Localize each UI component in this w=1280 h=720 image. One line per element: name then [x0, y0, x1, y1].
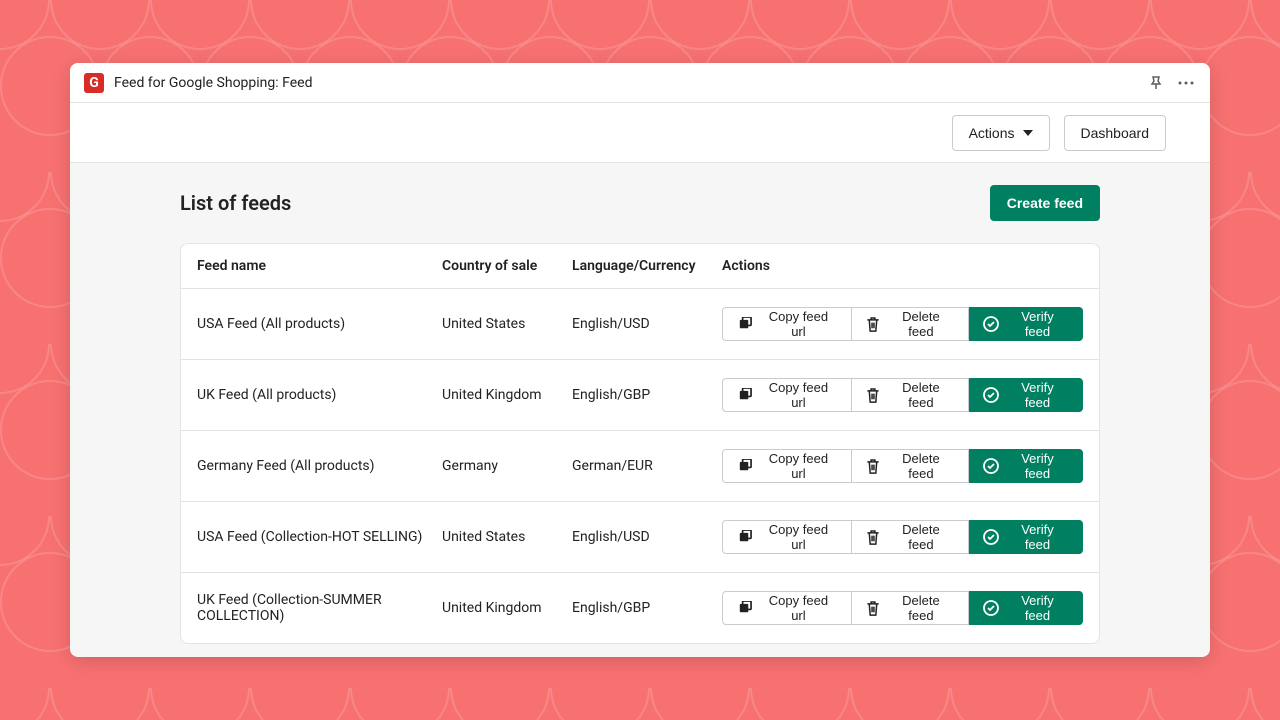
dashboard-label: Dashboard	[1081, 125, 1150, 141]
feed-actions: Copy feed url Delete feed Verify feed	[722, 591, 1083, 625]
copy-label: Copy feed url	[760, 522, 837, 552]
copy-feed-url-button[interactable]: Copy feed url	[722, 449, 852, 483]
header-country: Country of sale	[442, 258, 572, 274]
trash-icon	[866, 530, 880, 545]
verify-feed-button[interactable]: Verify feed	[969, 307, 1083, 341]
header-actions: Actions	[722, 258, 1083, 274]
titlebar: G Feed for Google Shopping: Feed	[70, 63, 1210, 103]
table-header: Feed name Country of sale Language/Curre…	[181, 244, 1099, 289]
feeds-table: Feed name Country of sale Language/Curre…	[180, 243, 1100, 644]
check-circle-icon	[983, 458, 999, 474]
delete-feed-button[interactable]: Delete feed	[852, 378, 969, 412]
feed-language: English/GBP	[572, 387, 722, 403]
feed-language: English/GBP	[572, 600, 722, 616]
copy-icon	[737, 317, 752, 332]
page-title: List of feeds	[180, 191, 291, 215]
create-feed-button[interactable]: Create feed	[990, 185, 1100, 221]
content: List of feeds Create feed Feed name Coun…	[70, 163, 1210, 644]
copy-feed-url-button[interactable]: Copy feed url	[722, 520, 852, 554]
copy-icon	[737, 601, 752, 616]
delete-feed-button[interactable]: Delete feed	[852, 449, 969, 483]
actions-dropdown[interactable]: Actions	[952, 115, 1050, 151]
delete-label: Delete feed	[888, 522, 954, 552]
feed-actions: Copy feed url Delete feed Verify feed	[722, 520, 1083, 554]
copy-icon	[737, 530, 752, 545]
actions-label: Actions	[969, 125, 1015, 141]
header-language: Language/Currency	[572, 258, 722, 274]
copy-label: Copy feed url	[760, 309, 837, 339]
feed-name: USA Feed (All products)	[197, 316, 442, 332]
verify-label: Verify feed	[1007, 522, 1068, 552]
table-row: USA Feed (Collection-HOT SELLING)United …	[181, 502, 1099, 573]
copy-feed-url-button[interactable]: Copy feed url	[722, 591, 852, 625]
table-row: UK Feed (Collection-SUMMER COLLECTION)Un…	[181, 573, 1099, 643]
delete-feed-button[interactable]: Delete feed	[852, 520, 969, 554]
feed-language: English/USD	[572, 529, 722, 545]
check-circle-icon	[983, 600, 999, 616]
table-row: USA Feed (All products)United StatesEngl…	[181, 289, 1099, 360]
feed-country: United Kingdom	[442, 600, 572, 616]
feed-language: English/USD	[572, 316, 722, 332]
logo-letter: G	[89, 75, 99, 91]
feed-country: United Kingdom	[442, 387, 572, 403]
chevron-down-icon	[1023, 130, 1033, 136]
delete-feed-button[interactable]: Delete feed	[852, 307, 969, 341]
app-logo: G	[84, 73, 104, 93]
verify-label: Verify feed	[1007, 380, 1068, 410]
table-row: UK Feed (All products)United KingdomEngl…	[181, 360, 1099, 431]
copy-label: Copy feed url	[760, 451, 837, 481]
copy-feed-url-button[interactable]: Copy feed url	[722, 307, 852, 341]
table-row: Germany Feed (All products)GermanyGerman…	[181, 431, 1099, 502]
feed-actions: Copy feed url Delete feed Verify feed	[722, 378, 1083, 412]
toolbar: Actions Dashboard	[70, 103, 1210, 163]
app-title: Feed for Google Shopping: Feed	[114, 75, 312, 91]
verify-label: Verify feed	[1007, 451, 1068, 481]
pin-icon[interactable]	[1146, 73, 1166, 93]
delete-label: Delete feed	[888, 309, 954, 339]
feed-name: UK Feed (Collection-SUMMER COLLECTION)	[197, 592, 442, 624]
header-feed-name: Feed name	[197, 258, 442, 274]
feed-language: German/EUR	[572, 458, 722, 474]
trash-icon	[866, 317, 880, 332]
feed-actions: Copy feed url Delete feed Verify feed	[722, 307, 1083, 341]
verify-label: Verify feed	[1007, 309, 1068, 339]
delete-label: Delete feed	[888, 593, 954, 623]
feed-name: USA Feed (Collection-HOT SELLING)	[197, 529, 442, 545]
feed-country: United States	[442, 529, 572, 545]
copy-feed-url-button[interactable]: Copy feed url	[722, 378, 852, 412]
trash-icon	[866, 459, 880, 474]
copy-label: Copy feed url	[760, 593, 837, 623]
app-window: G Feed for Google Shopping: Feed Actions…	[70, 63, 1210, 657]
copy-icon	[737, 388, 752, 403]
copy-icon	[737, 459, 752, 474]
verify-feed-button[interactable]: Verify feed	[969, 378, 1083, 412]
verify-label: Verify feed	[1007, 593, 1068, 623]
page-header: List of feeds Create feed	[180, 185, 1100, 221]
verify-feed-button[interactable]: Verify feed	[969, 520, 1083, 554]
feed-name: UK Feed (All products)	[197, 387, 442, 403]
feed-country: Germany	[442, 458, 572, 474]
verify-feed-button[interactable]: Verify feed	[969, 591, 1083, 625]
feed-name: Germany Feed (All products)	[197, 458, 442, 474]
delete-label: Delete feed	[888, 451, 954, 481]
more-icon[interactable]	[1176, 73, 1196, 93]
trash-icon	[866, 388, 880, 403]
delete-feed-button[interactable]: Delete feed	[852, 591, 969, 625]
dashboard-button[interactable]: Dashboard	[1064, 115, 1167, 151]
feed-actions: Copy feed url Delete feed Verify feed	[722, 449, 1083, 483]
check-circle-icon	[983, 529, 999, 545]
copy-label: Copy feed url	[760, 380, 837, 410]
feed-country: United States	[442, 316, 572, 332]
create-feed-label: Create feed	[1007, 195, 1083, 211]
verify-feed-button[interactable]: Verify feed	[969, 449, 1083, 483]
check-circle-icon	[983, 387, 999, 403]
trash-icon	[866, 601, 880, 616]
check-circle-icon	[983, 316, 999, 332]
delete-label: Delete feed	[888, 380, 954, 410]
